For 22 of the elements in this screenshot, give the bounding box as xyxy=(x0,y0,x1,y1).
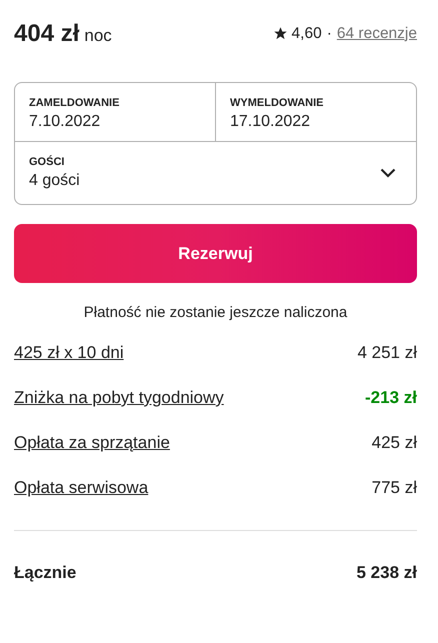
separator: · xyxy=(326,24,332,42)
checkout-field[interactable]: WYMELDOWANIE 17.10.2022 xyxy=(215,83,416,141)
total-amount: 5 238 zł xyxy=(356,563,417,583)
fee-label[interactable]: Zniżka na pobyt tygodniowy xyxy=(14,387,224,409)
reserve-button[interactable]: Rezerwuj xyxy=(14,224,417,283)
fee-amount: 775 zł xyxy=(372,477,417,499)
fee-label[interactable]: 425 zł x 10 dni xyxy=(14,342,124,364)
checkin-field[interactable]: ZAMELDOWANIE 7.10.2022 xyxy=(15,83,215,141)
fee-amount: 425 zł xyxy=(372,432,417,454)
fee-amount: -213 zł xyxy=(365,387,417,409)
fee-amount: 4 251 zł xyxy=(357,342,417,364)
total-label: Łącznie xyxy=(14,563,76,583)
star-icon xyxy=(272,26,288,41)
payment-notice: Płatność nie zostanie jeszcze naliczona xyxy=(82,304,348,321)
fee-label[interactable]: Opłata za sprzątanie xyxy=(14,432,170,454)
price-amount: 404 zł xyxy=(14,20,80,47)
reviews-link[interactable]: 64 recenzje xyxy=(336,24,417,42)
chevron-down-icon xyxy=(380,168,396,178)
guests-dropdown[interactable]: GOŚCI 4 gości xyxy=(15,142,416,204)
rating-score: 4,60 xyxy=(292,24,322,42)
price-unit: noc xyxy=(84,26,112,45)
fee-label[interactable]: Opłata serwisowa xyxy=(14,477,148,499)
